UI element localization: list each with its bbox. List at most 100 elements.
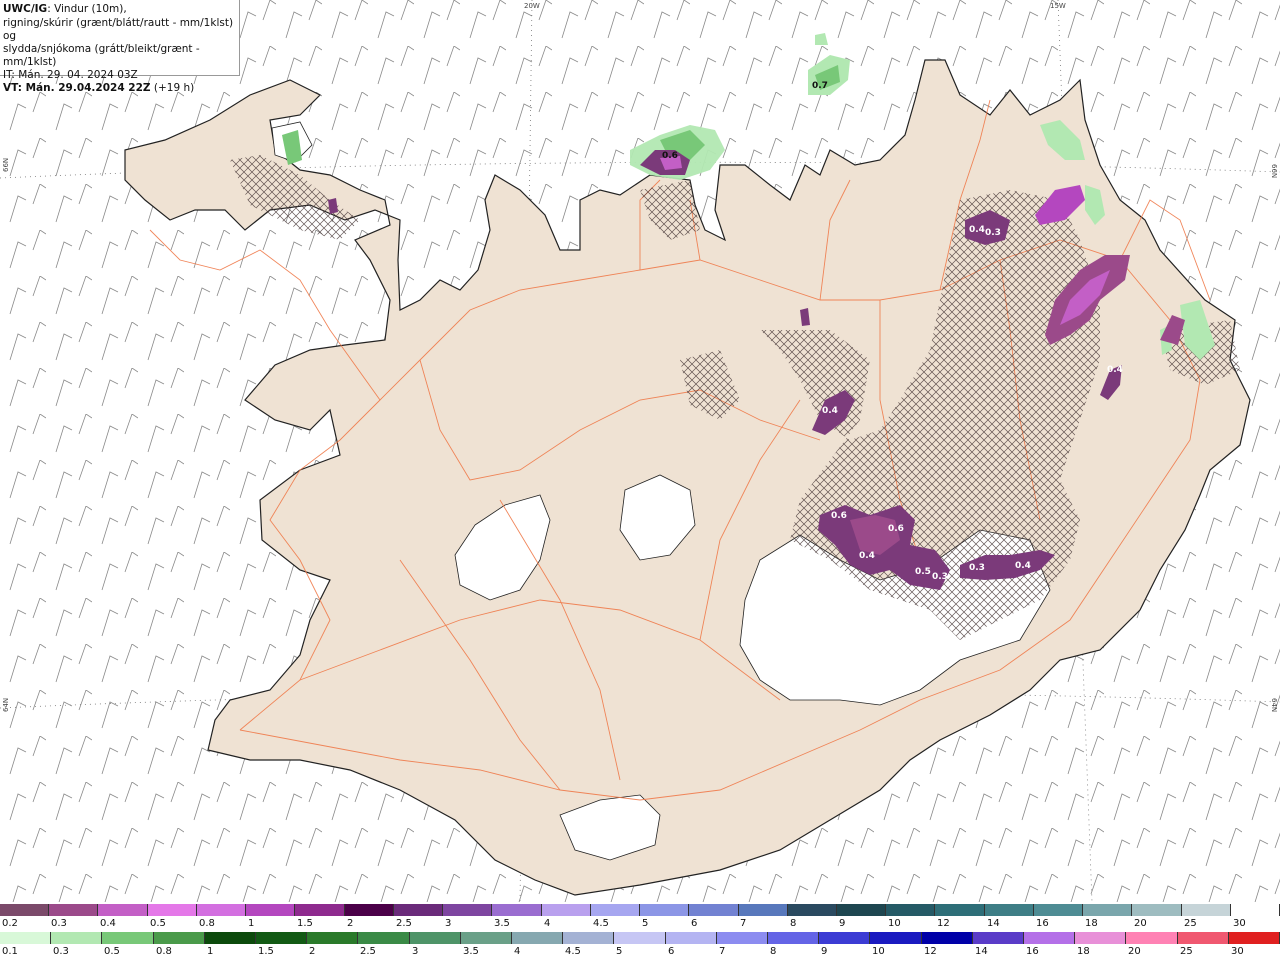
snow-legend-swatch — [492, 904, 542, 916]
snow-legend-label: 1 — [248, 918, 255, 929]
snow-legend-swatch — [1181, 904, 1231, 916]
precip-label: 0.7 — [812, 81, 828, 91]
valid-time-label: VT: Mán. 29.04.2024 22Z — [3, 82, 151, 94]
rain-legend-swatch — [563, 932, 615, 944]
snow-legend-label: 9 — [839, 918, 846, 929]
snow-legend-swatch — [590, 904, 641, 916]
snow-legend-swatch — [295, 904, 345, 916]
snow-legend-label: 0.8 — [199, 918, 215, 929]
rain-legend-swatch — [512, 932, 564, 944]
snow-legend-label: 0.3 — [51, 918, 67, 929]
rain-legend-swatch — [1228, 932, 1280, 944]
valid-time: VT: Mán. 29.04.2024 22Z (+19 h) — [3, 82, 236, 95]
info-line-1-text: : Vindur (10m), — [47, 3, 127, 15]
precip-label: 0.4 — [969, 225, 985, 235]
rain-legend-swatch — [1177, 932, 1229, 944]
rain-legend-swatch — [460, 932, 513, 944]
rain-legend-label: 25 — [1180, 946, 1193, 957]
snow-legend-label: 4 — [544, 918, 551, 929]
snow-legend-swatch — [640, 904, 690, 916]
rain-legend-label: 0.3 — [53, 946, 69, 957]
precip-label: 0.4 — [1015, 561, 1031, 571]
snow-legend-swatch — [1083, 904, 1133, 916]
lat-label-66n-left: 66N — [2, 158, 10, 172]
rain-legend-swatch — [921, 932, 973, 944]
snow-legend-swatch — [886, 904, 936, 916]
rain-legend-swatch — [614, 932, 666, 944]
rain-legend-swatch — [1075, 932, 1127, 944]
rain-legend-swatch — [768, 932, 820, 944]
snow-legend-label: 30 — [1233, 918, 1246, 929]
precip-label: 0.4 — [1107, 365, 1123, 375]
snow-legend-bar — [0, 904, 1280, 916]
snow-legend-swatch — [443, 904, 493, 916]
snow-legend-label: 20 — [1134, 918, 1147, 929]
rain-legend-label: 7 — [719, 946, 726, 957]
snow-legend-swatch — [787, 904, 837, 916]
rain-legend-label: 6 — [668, 946, 675, 957]
snow-legend-label: 0.4 — [100, 918, 116, 929]
rain-legend-swatch — [204, 932, 257, 944]
rain-legend-swatch — [0, 932, 52, 944]
info-line-3: slydda/snjókoma (grátt/bleikt/grænt - mm… — [3, 43, 200, 68]
rain-legend-swatch — [307, 932, 359, 944]
rain-legend-label: 1.5 — [258, 946, 274, 957]
rain-legend-swatch — [665, 932, 717, 944]
snow-legend-swatch — [0, 904, 50, 916]
weather-map: 0.7 0.6 0.4 0.3 0.4 0.6 0.6 0.4 0.5 0.3 … — [0, 0, 1280, 902]
rain-legend-label: 1 — [207, 946, 214, 957]
rain-legend-label: 0.1 — [2, 946, 18, 957]
rain-legend-labels: 0.1 0.3 0.5 0.8 1 1.5 2 2.5 3 3.5 4 4.5 5 6 7 8 9 10 12 14 1… — [0, 946, 1280, 959]
snow-legend-swatch — [393, 904, 444, 916]
snow-legend-label: 5 — [642, 918, 649, 929]
snow-legend-label: 7 — [740, 918, 747, 929]
rain-legend-swatch — [819, 932, 871, 944]
snow-legend-swatch — [49, 904, 99, 916]
issue-time: IT: Mán. 29. 04. 2024 03Z — [3, 69, 138, 81]
rain-legend-swatch — [1126, 932, 1178, 944]
precip-label: 0.6 — [662, 151, 678, 161]
rain-legend-swatch — [51, 932, 103, 944]
snow-legend-label: 3 — [445, 918, 452, 929]
rain-legend-swatch — [153, 932, 205, 944]
rain-legend-label: 16 — [1026, 946, 1039, 957]
info-line-2: rigning/skúrir (grænt/blátt/rautt - mm/1… — [3, 17, 234, 42]
model-name: UWC/IG — [3, 3, 48, 15]
rain-legend-label: 2.5 — [360, 946, 376, 957]
snow-legend-swatch — [344, 904, 394, 916]
lat-label-64n-right: 64N — [1270, 698, 1278, 712]
snow-legend-label: 16 — [1036, 918, 1049, 929]
rain-legend-label: 14 — [975, 946, 988, 957]
snow-legend-label: 8 — [790, 918, 797, 929]
rain-legend-label: 3.5 — [463, 946, 479, 957]
precip-label: 0.6 — [888, 524, 904, 534]
rain-legend-label: 3 — [412, 946, 419, 957]
snow-legend-swatch — [738, 904, 788, 916]
snow-legend-swatch — [196, 904, 247, 916]
snow-legend-swatch — [246, 904, 296, 916]
snow-legend-labels: 0.2 0.3 0.4 0.5 0.8 1 1.5 2 2.5 3 3.5 4 4.5 5 6 7 8 9 10 12… — [0, 918, 1280, 931]
snow-legend-label: 4.5 — [593, 918, 609, 929]
precip-label: 0.4 — [859, 551, 875, 561]
rain-legend-label: 9 — [821, 946, 828, 957]
precip-label: 0.6 — [831, 511, 847, 521]
rain-legend-label: 2 — [309, 946, 316, 957]
lat-label-66n-right: 66N — [1270, 164, 1278, 178]
snow-legend-swatch — [147, 904, 197, 916]
rain-legend-label: 30 — [1231, 946, 1244, 957]
precip-label: 0.3 — [969, 563, 985, 573]
snow-legend-label: 2 — [347, 918, 354, 929]
rain-legend-swatch — [409, 932, 461, 944]
info-line-1: UWC/IG: Vindur (10m), — [3, 2, 236, 17]
precip-label: 0.3 — [985, 228, 1001, 238]
rain-legend-label: 5 — [616, 946, 623, 957]
rain-legend-label: 12 — [924, 946, 937, 957]
snow-legend-swatch — [1230, 904, 1280, 916]
rain-legend-label: 8 — [770, 946, 777, 957]
snow-legend-label: 0.5 — [150, 918, 166, 929]
rain-legend-label: 20 — [1128, 946, 1141, 957]
lon-label-20w: 20W — [524, 2, 540, 10]
snow-legend-label: 10 — [888, 918, 901, 929]
snow-legend-swatch — [689, 904, 739, 916]
rain-legend-swatch — [972, 932, 1025, 944]
